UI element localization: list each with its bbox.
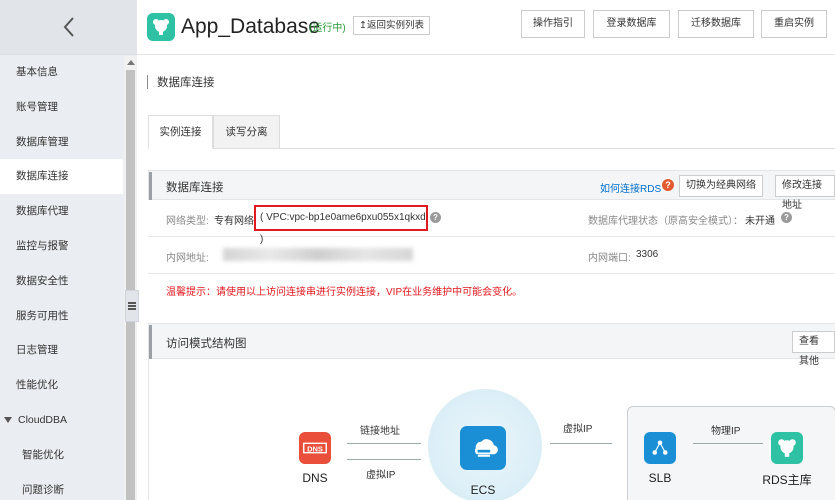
help-icon[interactable]: ? — [781, 212, 792, 223]
network-type-label: 网络类型: — [166, 216, 209, 227]
migrate-db-button[interactable]: 迁移数据库 — [678, 10, 754, 38]
ecs-label: ECS — [470, 483, 496, 497]
vpc-id-value: ( VPC:vpc-bp1e0ame6pxu055x1qkxd ) — [254, 205, 428, 245]
login-db-button[interactable]: 登录数据库 — [593, 10, 670, 38]
panel-title: 数据库连接 — [149, 172, 224, 200]
chevron-left-icon — [63, 17, 74, 37]
arrow-right — [347, 443, 421, 444]
view-other-button[interactable]: 查看其他 — [792, 331, 835, 367]
tab-instance-connection[interactable]: 实例连接 — [148, 115, 213, 149]
sidebar-item-db-proxy[interactable]: 数据库代理 — [0, 194, 123, 229]
intranet-address-label: 内网地址: — [166, 253, 209, 264]
back-chevron-button[interactable] — [0, 0, 137, 55]
switch-classic-network-button[interactable]: 切换为经典网络 — [679, 175, 763, 197]
sidebar-item-logs[interactable]: 日志管理 — [0, 333, 123, 368]
help-icon[interactable]: ? — [662, 179, 674, 191]
page-title: App_Database — [181, 15, 320, 38]
svg-text:DNS: DNS — [307, 444, 323, 453]
connection-panel-header: 数据库连接 如何连接RDS ? 切换为经典网络 修改连接地址 — [148, 170, 835, 211]
sidebar-scrollbar[interactable] — [124, 56, 137, 500]
proxy-status-value: 未开通 — [745, 216, 775, 227]
scroll-up-icon[interactable] — [127, 60, 135, 65]
arrow-right — [550, 443, 612, 444]
panel-title: 访问模式结构图 — [149, 325, 247, 359]
proxy-status-label: 数据库代理状态（原高安全模式）： — [588, 216, 743, 227]
sidebar-item-smart-optimize[interactable]: 智能优化 — [0, 438, 123, 473]
guide-button[interactable]: 操作指引 — [521, 10, 585, 38]
back-to-list-button[interactable]: ↥返回实例列表 — [353, 16, 430, 35]
intranet-port-value: 3306 — [636, 249, 659, 260]
menu-icon — [128, 305, 136, 307]
sidebar-item-availability[interactable]: 服务可用性 — [0, 299, 123, 334]
tab-read-write-split[interactable]: 读写分离 — [213, 115, 280, 149]
restart-instance-button[interactable]: 重启实例 — [761, 10, 827, 38]
slb-icon — [644, 432, 676, 464]
how-to-connect-link[interactable]: 如何连接RDS — [600, 180, 661, 195]
sidebar-item-security[interactable]: 数据安全性 — [0, 264, 123, 299]
network-type-value: 专有网络 — [214, 216, 254, 227]
sidebar-item-accounts[interactable]: 账号管理 — [0, 90, 123, 125]
sidebar-item-performance[interactable]: 性能优化 — [0, 368, 123, 403]
virtual-ip-label: 虚拟IP — [563, 424, 593, 435]
sidebar-item-db-management[interactable]: 数据库管理 — [0, 125, 123, 160]
sidebar-item-db-connection[interactable]: 数据库连接 — [0, 159, 123, 195]
access-mode-panel-header: 访问模式结构图 查看其他 — [148, 323, 835, 367]
app-logo-icon — [147, 13, 175, 41]
link-address-label: 链接地址 — [360, 426, 400, 437]
header: App_Database (运行中) ↥返回实例列表 操作指引 登录数据库 迁移… — [137, 0, 835, 55]
network-row: 网络类型: 专有网络 ( VPC:vpc-bp1e0ame6pxu055x1qk… — [148, 200, 835, 245]
warning-tip: 温馨提示：请使用以上访问连接串进行实例连接，VIP在业务维护中可能会变化。 — [166, 287, 523, 298]
sidebar-item-diagnosis[interactable]: 问题诊断 — [0, 473, 123, 500]
status-badge: (运行中) — [309, 23, 346, 34]
architecture-diagram: DNS DNS 链接地址 虚拟IP ECS 虚拟IP SLB 物理IP RDS主… — [148, 359, 835, 500]
modify-address-button[interactable]: 修改连接地址 — [775, 175, 835, 211]
sidebar: 基本信息 账号管理 数据库管理 数据库连接 数据库代理 监控与报警 数据安全性 … — [0, 0, 139, 500]
ecs-icon — [460, 426, 506, 470]
slb-label: SLB — [648, 471, 672, 485]
physical-ip-label: 物理IP — [711, 426, 741, 437]
sidebar-item-monitoring[interactable]: 监控与报警 — [0, 229, 123, 264]
section-title: 数据库连接 — [147, 74, 215, 90]
sidebar-group-label: CloudDBA — [18, 413, 68, 426]
rds-label: RDS主库 — [762, 473, 812, 487]
arrow-left — [347, 459, 421, 460]
dns-icon: DNS — [299, 432, 331, 464]
redacted-address — [223, 248, 413, 261]
arrow-right — [693, 443, 763, 444]
intranet-port-label: 内网端口: — [588, 253, 631, 264]
tabs: 实例连接 读写分离 — [148, 115, 835, 149]
caret-down-icon — [4, 417, 12, 424]
sidebar-item-basic-info[interactable]: 基本信息 — [0, 55, 123, 90]
help-icon[interactable]: ? — [430, 212, 441, 223]
virtual-ip-label: 虚拟IP — [366, 470, 396, 481]
intranet-row: 内网地址: 内网端口: 3306 — [148, 237, 835, 274]
main-content: 数据库连接 实例连接 读写分离 数据库连接 如何连接RDS ? 切换为经典网络 … — [147, 55, 835, 500]
dns-label: DNS — [302, 471, 328, 485]
sidebar-collapse-handle[interactable] — [125, 290, 139, 322]
sidebar-nav: 基本信息 账号管理 数据库管理 数据库连接 数据库代理 监控与报警 数据安全性 … — [0, 55, 137, 500]
scrollbar-thumb[interactable] — [126, 70, 135, 500]
sidebar-group-clouddba[interactable]: CloudDBA — [0, 403, 123, 438]
rds-icon — [771, 432, 803, 464]
